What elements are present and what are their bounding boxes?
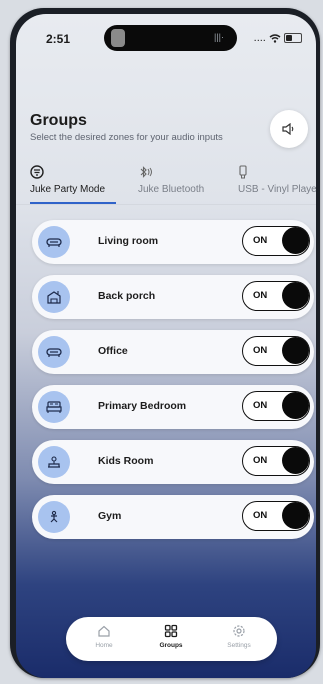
zone-name: Living room [98,235,159,247]
zone-toggle[interactable]: ON [242,336,310,366]
grid-icon [164,624,178,638]
toggle-knob [282,227,309,254]
toggle-knob [282,447,309,474]
active-tab-indicator [30,202,116,204]
sofa-icon [38,226,70,258]
zone-row-gym: Gym ON [32,495,314,539]
page-subtitle: Select the desired zones for your audio … [30,132,223,143]
bluetooth-icon [140,166,152,178]
audio-wave-icon: |||· [214,32,225,42]
zone-toggle[interactable]: ON [242,446,310,476]
sofa-icon [38,336,70,368]
zone-name: Primary Bedroom [98,400,187,412]
zone-row-kids-room: Kids Room ON [32,440,314,484]
toggle-knob [282,392,309,419]
signal-dots: .... [253,32,266,44]
nav-settings[interactable]: Settings [214,623,264,649]
zone-row-back-porch: Back porch ON [32,275,314,319]
toggle-knob [282,282,309,309]
kids-room-icon [38,446,70,478]
nav-home[interactable]: Home [79,623,129,649]
now-playing-thumbnail [111,29,125,47]
toggle-knob [282,502,309,529]
zone-row-primary-bedroom: Primary Bedroom ON [32,385,314,429]
status-bar: 2:51 |||· .... [16,14,316,60]
zone-toggle[interactable]: ON [242,501,310,531]
bed-icon [38,391,70,423]
party-icon [30,165,44,179]
porch-icon [38,281,70,313]
gym-icon [38,501,70,533]
wifi-icon [269,33,281,43]
zone-name: Back porch [98,290,156,302]
speaker-icon [282,123,294,135]
gear-icon [233,625,245,637]
status-indicators: .... [254,32,302,44]
tab-juke-bluetooth[interactable]: Juke Bluetooth [138,164,204,208]
speaker-button[interactable] [270,110,308,148]
bottom-navigation: Home Groups Settings [66,617,277,661]
page-title: Groups [30,112,87,129]
home-icon [98,625,110,637]
tabs-divider [16,204,316,205]
zone-row-living-room: Living room ON [32,220,314,264]
zone-toggle[interactable]: ON [242,281,310,311]
zone-row-office: Office ON [32,330,314,374]
tab-usb-vinyl-player[interactable]: USB - Vinyl Playe [238,164,316,208]
app-screen: 2:51 |||· .... Groups Select the desired… [16,14,316,678]
battery-icon [284,33,302,44]
dynamic-island: |||· [104,25,237,51]
zone-name: Office [98,345,128,357]
usb-icon [239,165,247,179]
zone-name: Gym [98,510,122,522]
zone-toggle[interactable]: ON [242,226,310,256]
zone-name: Kids Room [98,455,154,467]
nav-groups[interactable]: Groups [146,623,196,649]
status-time: 2:51 [46,32,71,46]
toggle-knob [282,337,309,364]
zone-toggle[interactable]: ON [242,391,310,421]
